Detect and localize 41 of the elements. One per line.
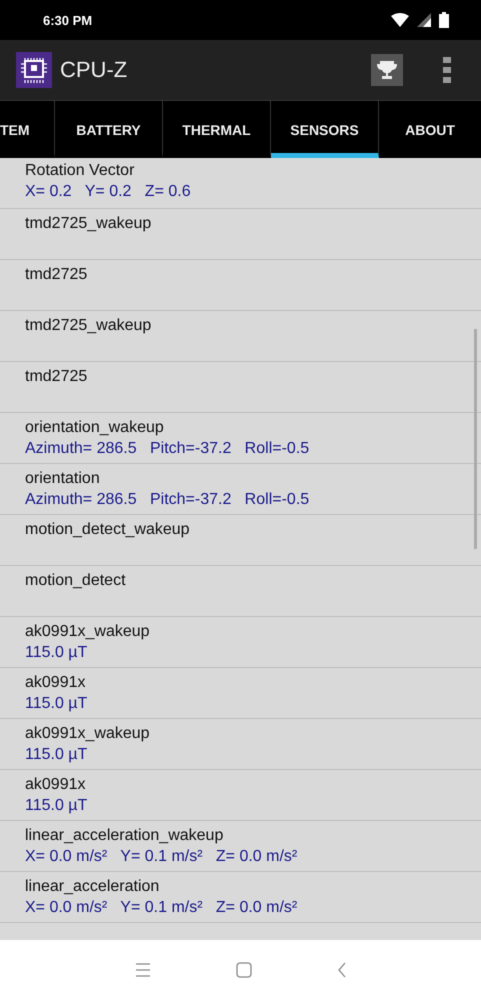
sensor-value: 115.0 µT <box>25 695 88 713</box>
trophy-icon <box>376 59 398 81</box>
sensor-name: orientation_wakeup <box>25 419 165 437</box>
sensor-name: ak0991x <box>25 674 86 692</box>
home-icon[interactable] <box>236 962 252 978</box>
chip-icon <box>16 52 52 88</box>
sensor-name: ak0991x_wakeup <box>25 725 151 743</box>
sensor-value: X= 0.0 m/s² Y= 0.1 m/s² Z= 0.0 m/s² <box>25 899 298 917</box>
clock: 6:30 PM <box>43 12 92 28</box>
sensor-name: linear_acceleration <box>25 878 160 896</box>
wifi-icon <box>391 13 409 27</box>
sensor-name: tmd2725_wakeup <box>25 215 152 233</box>
sensor-name: ak0991x <box>25 776 86 794</box>
sensor-value: X= 0.2 Y= 0.2 Z= 0.6 <box>25 183 192 201</box>
tab[interactable]: BATTERY <box>55 101 163 158</box>
sensor-name: tmd2725_wakeup <box>25 317 152 335</box>
sensor-name: tmd2725 <box>25 266 88 284</box>
sensor-value: 115.0 µT <box>25 644 88 662</box>
app-title: CPU-Z <box>60 57 128 83</box>
sensor-name: ak0991x_wakeup <box>25 623 151 641</box>
sensor-value: X= 0.0 m/s² Y= 0.1 m/s² Z= 0.0 m/s² <box>25 848 298 866</box>
tab[interactable]: ABOUT <box>379 101 481 158</box>
sensor-name: motion_detect <box>25 572 127 590</box>
tab[interactable]: TEM <box>0 101 55 158</box>
sensor-value: 115.0 µT <box>25 797 88 815</box>
back-icon[interactable] <box>336 962 346 978</box>
sensor-value: Azimuth= 286.5 Pitch=-37.2 Roll=-0.5 <box>25 491 310 509</box>
trophy-button[interactable] <box>371 54 403 86</box>
menu-icon[interactable] <box>134 963 150 977</box>
tab[interactable]: SENSORS <box>271 101 379 158</box>
more-icon[interactable] <box>443 57 451 83</box>
sensor-name: tmd2725 <box>25 368 88 386</box>
sensor-name: motion_detect_wakeup <box>25 521 191 539</box>
sensor-value: 115.0 µT <box>25 746 88 764</box>
signal-icon <box>417 13 431 27</box>
tab[interactable]: THERMAL <box>163 101 271 158</box>
sensor-name: orientation <box>25 470 101 488</box>
sensor-name: Rotation Vector <box>25 162 136 180</box>
battery-icon <box>439 12 449 28</box>
sensor-value: Azimuth= 286.5 Pitch=-37.2 Roll=-0.5 <box>25 440 310 458</box>
sensor-name: linear_acceleration_wakeup <box>25 827 224 845</box>
